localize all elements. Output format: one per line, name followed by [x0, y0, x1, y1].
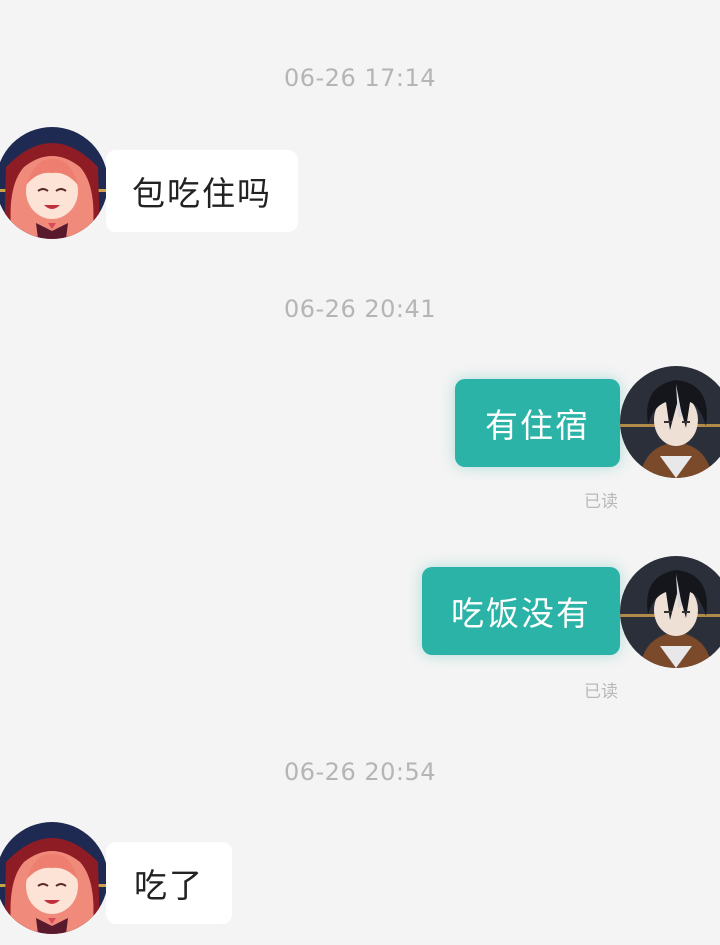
outgoing-message-bubble[interactable]: 有住宿	[455, 379, 620, 467]
read-status: 已读	[584, 492, 618, 512]
read-status: 已读	[584, 682, 618, 702]
outgoing-message-bubble[interactable]: 吃饭没有	[422, 567, 620, 655]
contact-avatar-icon[interactable]	[0, 822, 108, 934]
incoming-message-bubble[interactable]: 吃了	[106, 842, 232, 924]
message-timestamp: 06-26 20:41	[283, 295, 437, 323]
contact-avatar-icon[interactable]	[0, 127, 108, 239]
user-avatar-icon[interactable]	[620, 366, 720, 478]
message-timestamp: 06-26 17:14	[283, 64, 437, 92]
incoming-message-bubble[interactable]: 包吃住吗	[106, 150, 298, 232]
message-text: 吃了	[134, 866, 204, 905]
message-text: 吃饭没有	[451, 594, 591, 633]
message-timestamp: 06-26 20:54	[283, 758, 437, 786]
message-text: 有住宿	[485, 406, 590, 445]
message-text: 包吃住吗	[132, 174, 272, 213]
user-avatar-icon[interactable]	[620, 556, 720, 668]
